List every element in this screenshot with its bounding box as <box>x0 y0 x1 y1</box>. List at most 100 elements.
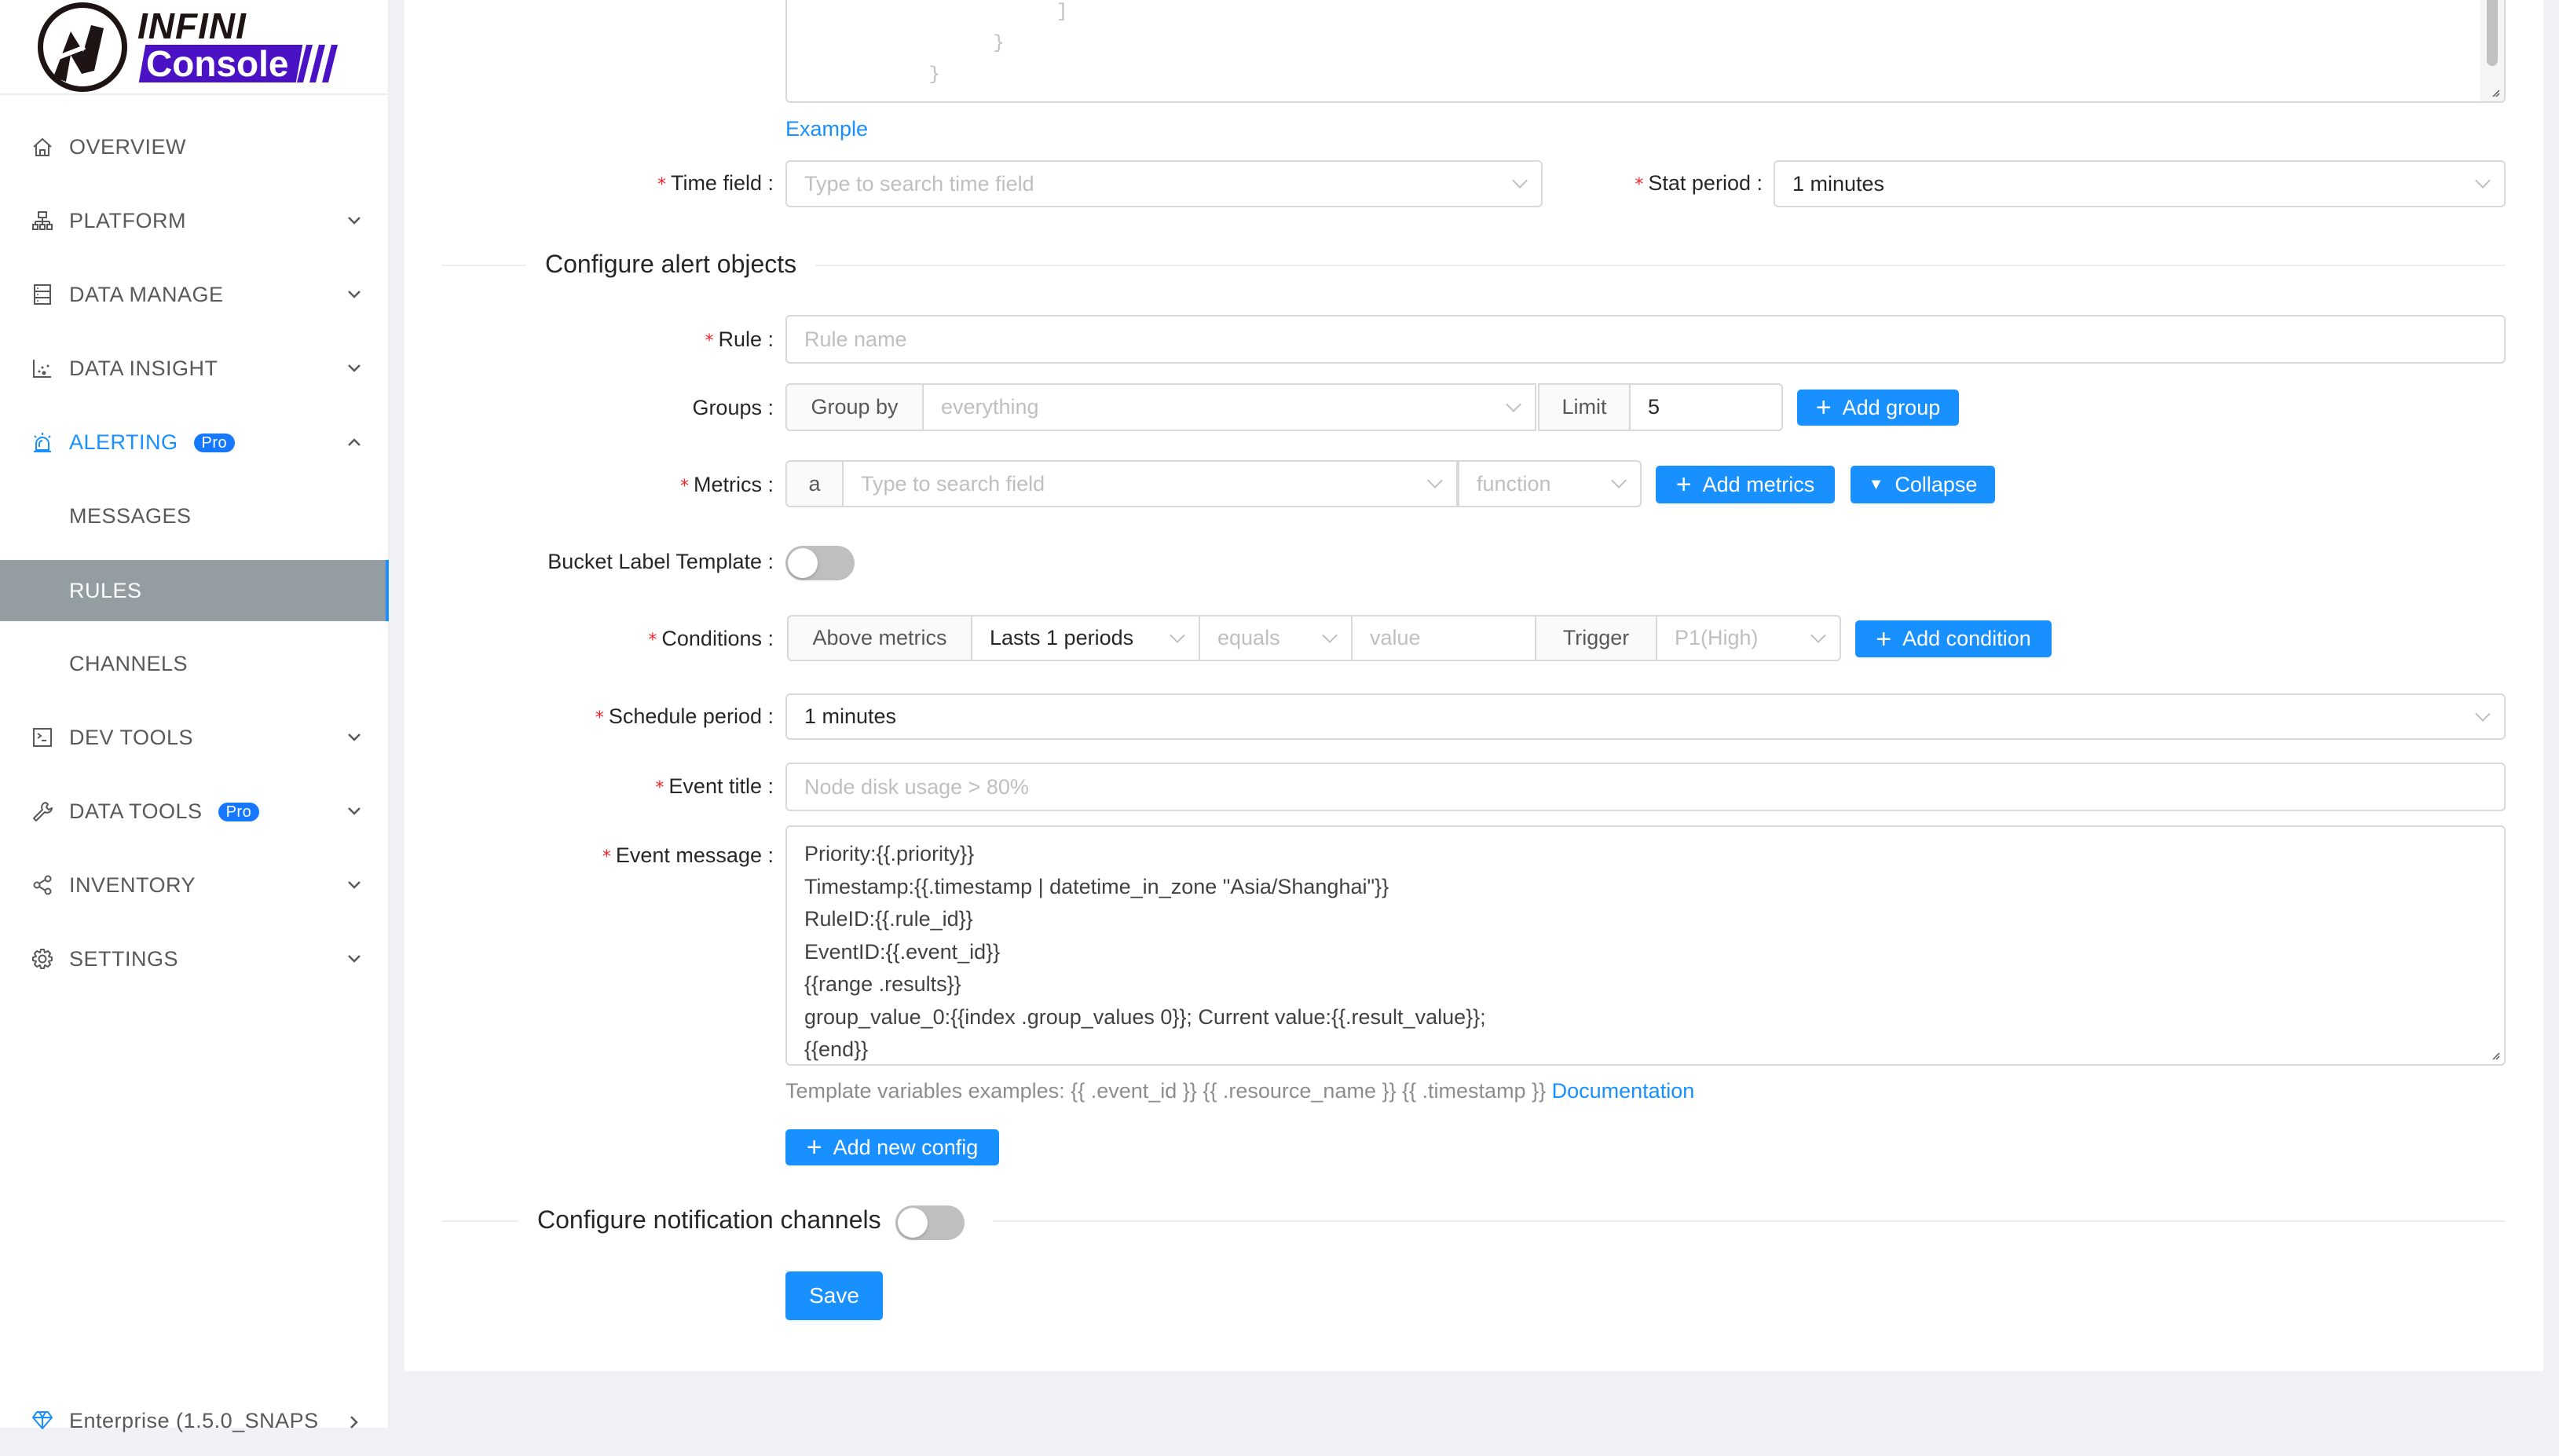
hint-text: Template variables examples: {{ .event_i… <box>785 1079 1552 1103</box>
label-text: Conditions <box>661 627 762 650</box>
filter-query-textarea[interactable]: ] } } <box>785 0 2506 103</box>
limit-input[interactable]: 5 <box>1629 383 1783 431</box>
sidebar-footer-version[interactable]: Enterprise (1.5.0_SNAPS <box>0 1382 389 1456</box>
sidebar-item-overview[interactable]: OVERVIEW <box>0 110 389 184</box>
sidebar-item-data-manage[interactable]: DATA MANAGE <box>0 258 389 331</box>
textarea-scrollbar[interactable] <box>2480 0 2504 101</box>
schedule-period-select[interactable]: 1 minutes <box>785 693 2506 740</box>
plus-icon: + <box>1675 470 1692 499</box>
placeholder-text: P1(High) <box>1675 626 1759 649</box>
sidebar-item-label: DEV TOOLS <box>69 725 194 749</box>
alarm-icon <box>31 431 53 453</box>
button-label: Collapse <box>1895 472 1978 496</box>
chevron-right-icon <box>346 1414 363 1431</box>
sidebar-item-data-insight[interactable]: DATA INSIGHT <box>0 331 389 405</box>
group-by-addon: Group by <box>785 383 924 431</box>
sidebar-item-text: ALERTING <box>69 430 178 454</box>
sidebar-item-rules[interactable]: RULES <box>0 560 389 621</box>
chevron-down-icon <box>346 876 363 894</box>
wrench-icon <box>31 800 53 822</box>
select-value: 1 minutes <box>804 704 897 728</box>
condition-value-input[interactable]: value <box>1351 615 1536 661</box>
rule-name-input[interactable]: Rule name <box>785 315 2506 364</box>
resize-handle-icon[interactable] <box>2490 87 2501 98</box>
notification-channels-switch[interactable] <box>895 1205 965 1240</box>
chevron-up-icon <box>346 434 363 451</box>
button-label: Add group <box>1842 395 1941 419</box>
metric-field-select[interactable]: Type to search field <box>842 460 1458 507</box>
chevron-down-icon <box>1512 173 1528 188</box>
chevron-down-icon <box>1611 473 1627 488</box>
chevron-down-icon <box>346 286 363 303</box>
sidebar-item-label: SETTINGS <box>69 946 179 971</box>
placeholder-text: Rule name <box>804 327 907 351</box>
time-field-label: * Time field : <box>657 171 774 195</box>
label-text: Rule <box>718 327 762 351</box>
documentation-link[interactable]: Documentation <box>1552 1079 1695 1103</box>
bucket-label-template-switch[interactable] <box>785 546 855 580</box>
logo-text-infini: INFINI <box>137 5 247 46</box>
dot-chart-icon <box>31 357 53 379</box>
resize-handle-icon[interactable] <box>2490 1050 2501 1061</box>
scrollbar-thumb[interactable] <box>2487 0 2498 66</box>
time-field-select[interactable]: Type to search time field <box>785 160 1543 207</box>
code-line: ] <box>921 2 1068 23</box>
periods-select[interactable]: Lasts 1 periods <box>971 615 1200 661</box>
sidebar-item-channels[interactable]: CHANNELS <box>0 627 389 701</box>
pro-badge: Pro <box>193 434 236 453</box>
placeholder-text: everything <box>941 395 1039 419</box>
sidebar-item-label: RULES <box>69 578 142 602</box>
sidebar-item-platform[interactable]: PLATFORM <box>0 184 389 258</box>
sidebar-item-label: DATA INSIGHT <box>69 356 218 380</box>
pro-badge: Pro <box>218 803 260 822</box>
save-button[interactable]: Save <box>785 1271 883 1320</box>
plus-icon: + <box>806 1132 822 1162</box>
home-icon <box>31 136 53 158</box>
sidebar-item-inventory[interactable]: INVENTORY <box>0 848 389 922</box>
event-message-textarea[interactable]: Priority:{{.priority}} Timestamp:{{.time… <box>785 825 2506 1066</box>
sidebar-item-settings[interactable]: SETTINGS <box>0 922 389 996</box>
select-value: Lasts 1 periods <box>990 626 1134 649</box>
sidebar-item-data-tools[interactable]: DATA TOOLS Pro <box>0 774 389 848</box>
sidebar-item-text: DATA TOOLS <box>69 799 203 823</box>
logo[interactable]: INFINI Console <box>0 0 389 95</box>
chevron-down-icon <box>1322 627 1338 643</box>
metric-function-select[interactable]: function <box>1458 460 1642 507</box>
collapse-button[interactable]: ▼ Collapse <box>1851 466 1995 503</box>
sidebar-item-alerting[interactable]: ALERTING Pro <box>0 405 389 479</box>
database-icon <box>31 284 53 305</box>
event-title-input[interactable]: Node disk usage > 80% <box>785 763 2506 811</box>
priority-select[interactable]: P1(High) <box>1656 615 1841 661</box>
sidebar-item-messages[interactable]: MESSAGES <box>0 479 389 553</box>
limit-addon: Limit <box>1538 383 1631 431</box>
chevron-down-icon <box>346 360 363 377</box>
conditions-label: * Conditions : <box>648 627 774 650</box>
schedule-period-label: * Schedule period : <box>595 704 774 728</box>
version-label: Enterprise (1.5.0_SNAPS <box>69 1409 319 1432</box>
group-by-select[interactable]: everything <box>922 383 1536 431</box>
button-label: Add metrics <box>1702 472 1815 496</box>
sidebar-item-dev-tools[interactable]: DEV TOOLS <box>0 701 389 774</box>
plus-icon: + <box>1815 393 1832 423</box>
operator-select[interactable]: equals <box>1199 615 1353 661</box>
add-condition-button[interactable]: + Add condition <box>1855 620 2052 657</box>
placeholder-text: function <box>1477 471 1551 496</box>
label-text: Stat period <box>1648 171 1751 195</box>
terminal-icon <box>31 726 53 748</box>
stat-period-select[interactable]: 1 minutes <box>1774 160 2506 207</box>
add-metrics-button[interactable]: + Add metrics <box>1656 466 1835 503</box>
trigger-addon: Trigger <box>1535 615 1657 661</box>
label-text: Bucket Label Template <box>547 550 762 573</box>
add-new-config-button[interactable]: + Add new config <box>785 1129 999 1165</box>
logo-stripes-icon <box>295 45 339 82</box>
cluster-icon <box>31 210 53 232</box>
chevron-down-icon <box>346 803 363 820</box>
event-title-label: * Event title : <box>655 774 774 798</box>
code-line: } <box>902 33 1005 54</box>
gear-icon <box>31 948 53 970</box>
add-group-button[interactable]: + Add group <box>1797 390 1959 426</box>
example-link[interactable]: Example <box>785 117 868 141</box>
chevron-down-icon <box>2475 705 2491 722</box>
label-text: Event title <box>668 774 762 798</box>
message-line: group_value_0:{{index .group_values 0}};… <box>804 1004 1486 1029</box>
